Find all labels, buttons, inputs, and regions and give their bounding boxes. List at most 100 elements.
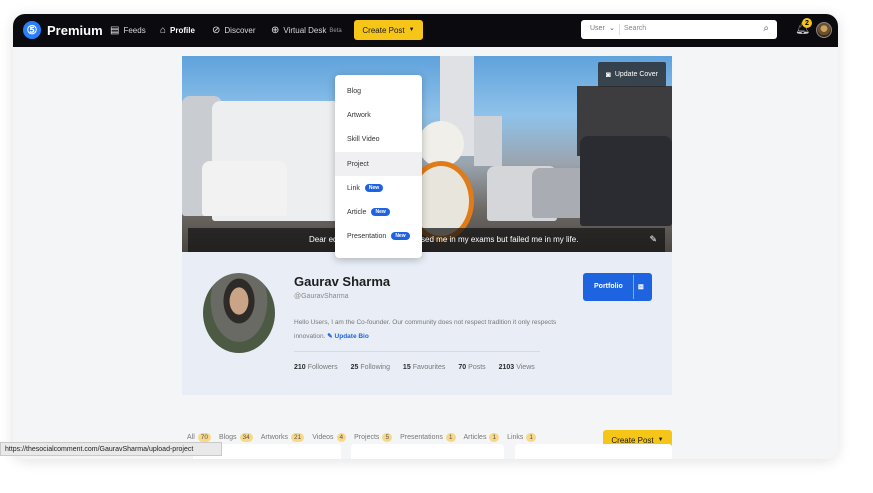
tab-artworks[interactable]: Artworks 21	[260, 433, 305, 442]
briefcase-icon[interactable]: ⧈	[638, 281, 644, 292]
stat-following[interactable]: 25 Following	[351, 364, 390, 371]
stat-favourites[interactable]: 15 Favourites	[403, 364, 445, 371]
menu-item-artwork[interactable]: Artwork	[335, 103, 422, 127]
tab-projects[interactable]: Projects 5	[354, 433, 393, 442]
post-card[interactable]	[351, 444, 504, 459]
stat-value: 210	[294, 364, 306, 371]
globe-icon: ⊕	[271, 25, 280, 36]
tab-links[interactable]: Links 1	[507, 433, 537, 442]
profile-stats: 210 Followers 25 Following 15 Favourites 70…	[294, 364, 546, 371]
tab-articles[interactable]: Articles 1	[464, 433, 500, 442]
create-post-button[interactable]: Create Post ▼	[354, 20, 423, 40]
nav-virtual-desk[interactable]: ⊕ Virtual Desk Beta	[271, 25, 342, 36]
stat-followers[interactable]: 210 Followers	[294, 364, 338, 371]
top-nav-bar: ⑤ Premium ▤ Feeds ⌂ Profile ⊘ Discover ⊕…	[13, 14, 838, 47]
profile-handle: @GauravSharma	[294, 293, 349, 300]
menu-item-presentation[interactable]: Presentation New	[335, 224, 422, 248]
create-post-label: Create Post	[362, 25, 405, 35]
tab-count: 70	[197, 433, 212, 442]
browser-viewport: ⑤ Premium ▤ Feeds ⌂ Profile ⊘ Discover ⊕…	[13, 14, 838, 459]
menu-item-label: Article	[347, 208, 367, 216]
tab-label: Presentations	[400, 434, 443, 441]
pencil-icon: ✎	[327, 333, 333, 340]
menu-item-article[interactable]: Article New	[335, 200, 422, 224]
tab-label: Videos	[312, 434, 334, 441]
search-input[interactable]: Search	[624, 25, 646, 32]
home-icon: ⌂	[160, 25, 167, 36]
menu-item-label: Presentation	[347, 232, 387, 240]
post-card[interactable]	[515, 444, 672, 459]
tab-count: 1	[526, 433, 537, 442]
menu-item-label: Skill Video	[347, 135, 380, 143]
profile-card: Gaurav Sharma @GauravSharma Hello Users,…	[182, 252, 672, 395]
nav-feeds-label: Feeds	[123, 26, 146, 35]
stat-value: 2103	[498, 364, 515, 371]
tab-label: Artworks	[260, 434, 288, 441]
stat-label: Followers	[307, 364, 338, 371]
stat-value: 70	[458, 364, 467, 371]
tab-label: Projects	[354, 434, 380, 441]
pencil-icon[interactable]: ✎	[649, 234, 657, 245]
profile-avatar	[203, 273, 275, 353]
menu-item-link[interactable]: Link New	[335, 176, 422, 200]
stat-label: Posts	[468, 364, 486, 371]
nav-discover[interactable]: ⊘ Discover	[212, 25, 256, 36]
beta-badge: Beta	[329, 27, 342, 34]
cover-car	[580, 136, 672, 226]
tab-label: Blogs	[219, 434, 237, 441]
stat-label: Following	[360, 364, 390, 371]
stat-value: 25	[350, 364, 359, 371]
chevron-down-icon: ⌄	[609, 25, 615, 32]
profile-name: Gaurav Sharma	[294, 274, 391, 289]
portfolio-divider	[633, 275, 634, 299]
nav-virtual-desk-label: Virtual Desk	[283, 26, 327, 35]
create-post-menu: Blog Artwork Skill Video Project Link Ne…	[335, 75, 422, 258]
menu-item-project[interactable]: Project	[335, 152, 422, 176]
menu-item-label: Project	[347, 160, 369, 168]
update-cover-label: Update Cover	[614, 71, 659, 78]
cover-photo: ◙ Update Cover Dear education system you…	[182, 56, 672, 252]
nav-discover-label: Discover	[224, 26, 256, 35]
menu-item-label: Artwork	[347, 111, 371, 119]
brand-name: Premium	[47, 22, 103, 38]
search-scope-select[interactable]: User	[590, 25, 605, 32]
stat-posts: 70 Posts	[458, 364, 485, 371]
stat-label: Favourites	[412, 364, 446, 371]
tab-videos[interactable]: Videos 4	[312, 433, 347, 442]
tab-count: 1	[445, 433, 456, 442]
browser-status-url: https://thesocialcomment.com/GauravSharm…	[0, 442, 222, 456]
page-content: ◙ Update Cover Dear education system you…	[13, 47, 838, 459]
user-avatar[interactable]	[816, 22, 832, 38]
nav-profile[interactable]: ⌂ Profile	[160, 25, 195, 36]
menu-item-blog[interactable]: Blog	[335, 79, 422, 103]
profile-divider	[294, 351, 540, 352]
tab-label: Links	[507, 434, 524, 441]
nav-profile-label: Profile	[170, 26, 195, 35]
nav-feeds[interactable]: ▤ Feeds	[110, 25, 146, 36]
tab-presentations[interactable]: Presentations 1	[400, 433, 456, 442]
tab-label: Articles	[463, 434, 487, 441]
brand-logo-link[interactable]: ⑤ Premium	[23, 21, 103, 39]
tab-count: 34	[239, 433, 253, 442]
menu-item-skill-video[interactable]: Skill Video	[335, 127, 422, 151]
compass-icon: ⊘	[212, 25, 221, 36]
new-badge: New	[371, 208, 390, 216]
profile-bio: Hello Users, I am the Co-founder. Our co…	[294, 316, 584, 344]
tab-count: 4	[336, 433, 347, 442]
cover-building	[474, 116, 502, 166]
search-bar: User ⌄ Search ⌕	[581, 20, 777, 39]
stat-value: 15	[402, 364, 411, 371]
update-cover-button[interactable]: ◙ Update Cover	[598, 62, 666, 87]
tab-blogs[interactable]: Blogs 34	[219, 433, 253, 442]
stat-views: 2103 Views	[499, 364, 535, 371]
portfolio-button[interactable]: Portfolio ⧈	[583, 273, 652, 301]
menu-item-label: Blog	[347, 87, 362, 95]
update-bio-link[interactable]: ✎ Update Bio	[327, 333, 369, 340]
tab-count: 5	[382, 433, 393, 442]
tab-count: 21	[291, 433, 305, 442]
search-icon[interactable]: ⌕	[763, 23, 769, 34]
notification-count-badge: 2	[802, 18, 812, 28]
menu-item-label: Link	[347, 184, 360, 192]
update-bio-label: Update Bio	[334, 333, 369, 340]
tab-all[interactable]: All 70	[187, 433, 212, 442]
